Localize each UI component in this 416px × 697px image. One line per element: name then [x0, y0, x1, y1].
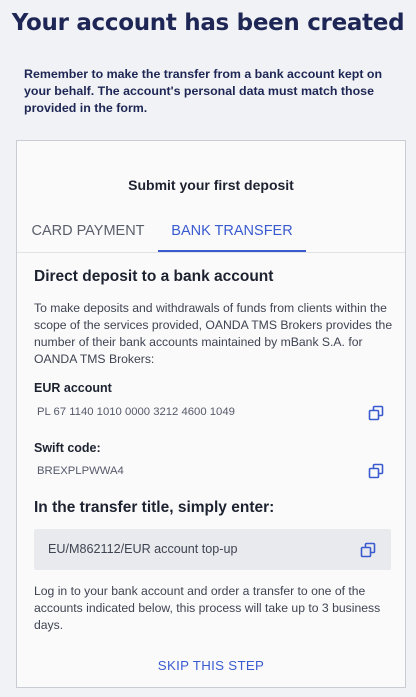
- transfer-info: Log in to your bank account and order a …: [34, 584, 381, 632]
- eur-account-label: EUR account: [34, 381, 112, 395]
- swift-code-value: BREXPLPWWA4: [37, 465, 124, 477]
- swift-code-label: Swift code:: [34, 441, 101, 455]
- section-description: To make deposits and withdrawals of fund…: [34, 301, 393, 366]
- copy-icon[interactable]: [360, 542, 376, 558]
- transfer-notice: Remember to make the transfer from a ban…: [24, 67, 383, 115]
- transfer-title-value: EU/M862112/EUR account top-up: [48, 542, 238, 556]
- transfer-title-label: In the transfer title, simply enter:: [34, 499, 275, 516]
- card-heading: Submit your first deposit: [128, 177, 294, 193]
- payment-tabs: CARD PAYMENT BANK TRANSFER: [17, 216, 405, 253]
- section-title: Direct deposit to a bank account: [34, 268, 274, 285]
- page-title: Your account has been created: [11, 10, 405, 36]
- skip-step-button[interactable]: SKIP THIS STEP: [17, 658, 405, 673]
- copy-icon[interactable]: [368, 463, 384, 479]
- transfer-title-box: EU/M862112/EUR account top-up: [34, 529, 391, 570]
- deposit-card: Submit your first deposit CARD PAYMENT B…: [16, 140, 406, 688]
- copy-icon[interactable]: [368, 405, 384, 421]
- eur-account-value: PL 67 1140 1010 0000 3212 4600 1049: [37, 406, 235, 418]
- tab-bank-transfer[interactable]: BANK TRANSFER: [158, 216, 306, 252]
- tab-card-payment[interactable]: CARD PAYMENT: [29, 216, 147, 252]
